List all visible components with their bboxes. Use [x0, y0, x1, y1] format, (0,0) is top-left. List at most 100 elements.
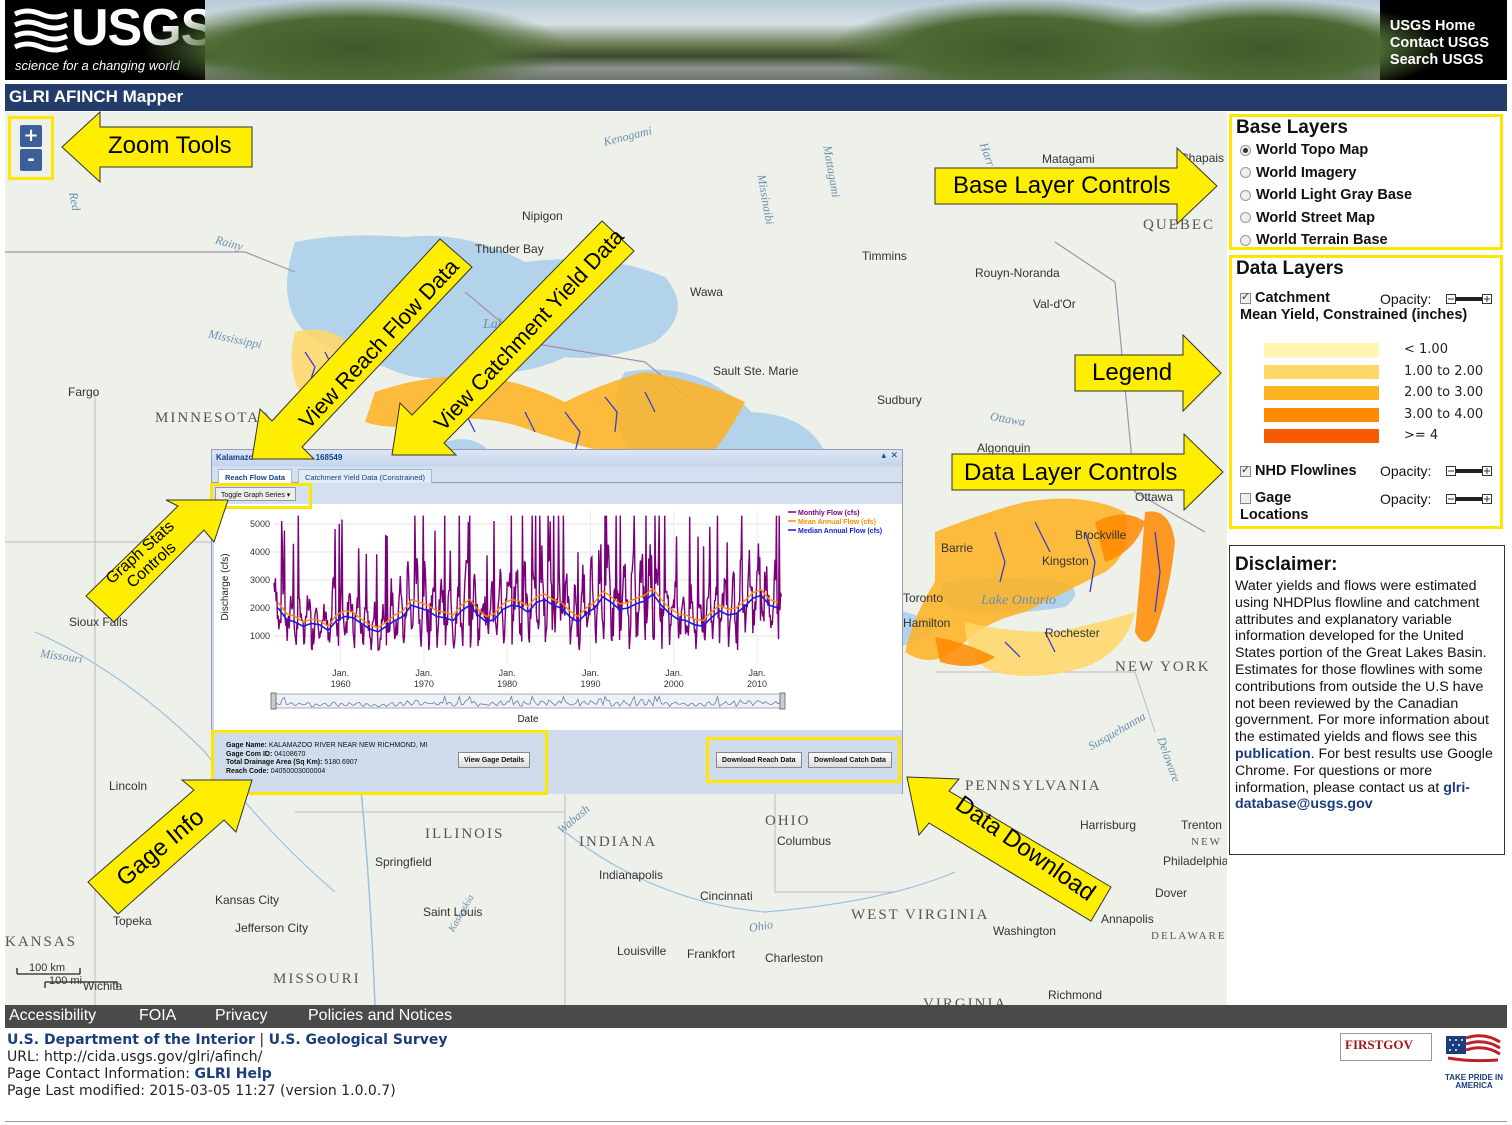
- disclaimer-body: Water yields and flows were estimated us…: [1235, 578, 1489, 746]
- map-label: Wichita: [83, 979, 123, 993]
- state-label: VIRGINIA: [923, 996, 1008, 1005]
- radio-icon[interactable]: [1240, 234, 1251, 246]
- map-label: Rochester: [1045, 626, 1100, 640]
- collapse-icon[interactable]: ▴: [881, 451, 886, 461]
- map-label: Cincinnati: [700, 889, 753, 903]
- policies-link[interactable]: Policies and Notices: [308, 1007, 452, 1025]
- doi-link[interactable]: U.S. Department of the Interior: [7, 1032, 255, 1048]
- gage-opacity-slider[interactable]: [1446, 494, 1492, 504]
- base-layer-street-map[interactable]: World Street Map: [1232, 207, 1500, 230]
- checkbox-icon[interactable]: [1240, 492, 1251, 504]
- base-layer-world-topo[interactable]: World Topo Map: [1232, 139, 1500, 162]
- gage-info-highlight: [211, 730, 548, 795]
- x-tick-label: Jan.: [415, 668, 432, 678]
- legend-swatch: [1264, 364, 1379, 379]
- state-label: MINNESOTA: [155, 410, 261, 426]
- graph-toolbar: Toggle Graph Series ▾: [212, 484, 902, 504]
- publication-link[interactable]: publication: [1235, 746, 1311, 762]
- radio-icon[interactable]: [1240, 144, 1251, 156]
- state-label: ILLINOIS: [425, 826, 505, 842]
- foia-link[interactable]: FOIA: [139, 1007, 176, 1025]
- firstgov-logo[interactable]: FIRSTGOV: [1340, 1033, 1432, 1061]
- footer-rule: [5, 1121, 1507, 1122]
- legend-swatch: [1264, 343, 1379, 357]
- x-tick-label: 1990: [580, 679, 600, 689]
- legend-swatch: [1264, 407, 1379, 422]
- x-tick-label: 1970: [414, 679, 434, 689]
- map-label: Washington: [993, 924, 1056, 938]
- disclaimer-box: Disclaimer: Water yields and flows were …: [1229, 545, 1505, 855]
- privacy-link[interactable]: Privacy: [215, 1007, 267, 1025]
- tab-catchment-yield-data[interactable]: Catchment Yield Data (Constrained): [298, 469, 433, 483]
- base-layer-world-imagery[interactable]: World Imagery: [1232, 162, 1500, 185]
- catchment-opacity-slider[interactable]: [1446, 294, 1492, 304]
- nhd-flowlines-toggle[interactable]: NHD Flowlines: [1240, 463, 1357, 479]
- data-layers-title: Data Layers: [1236, 258, 1344, 279]
- y-tick-label: 5000: [250, 519, 270, 529]
- window-title-left: Kalamazo: [216, 453, 254, 462]
- footer-contact-label: Page Contact Information:: [7, 1066, 191, 1082]
- data-download-highlight: [706, 737, 901, 783]
- legend-entry: Monthly Flow (cfs): [798, 510, 859, 517]
- radio-icon[interactable]: [1240, 189, 1251, 201]
- map-label: Louisville: [617, 944, 667, 958]
- usgs-home-link[interactable]: USGS Home: [1390, 18, 1489, 35]
- legend-entry: Median Annual Flow (cfs): [798, 528, 882, 535]
- state-label: MISSOURI: [273, 971, 361, 987]
- map-label: Hamilton: [903, 616, 951, 630]
- base-layer-light-gray[interactable]: World Light Gray Base: [1232, 184, 1500, 207]
- close-icon[interactable]: ✕: [890, 451, 898, 461]
- accessibility-link[interactable]: Accessibility: [9, 1007, 96, 1025]
- radio-icon[interactable]: [1240, 212, 1251, 224]
- disclaimer-title: Disclaimer:: [1235, 554, 1338, 575]
- search-usgs-link[interactable]: Search USGS: [1390, 52, 1489, 69]
- water-label: Lake Ontario: [981, 593, 1057, 608]
- checkbox-icon[interactable]: [1240, 463, 1251, 477]
- radio-icon[interactable]: [1240, 167, 1251, 179]
- map-label: Timmins: [862, 249, 907, 263]
- state-label: DELAWARE: [1151, 930, 1227, 942]
- legend-label: >= 4: [1404, 428, 1439, 443]
- checkbox-icon[interactable]: [1240, 290, 1251, 304]
- glri-help-link[interactable]: GLRI Help: [194, 1066, 271, 1082]
- base-layer-terrain[interactable]: World Terrain Base: [1232, 229, 1500, 252]
- catchment-toggle[interactable]: Catchment: [1240, 290, 1330, 306]
- range-navigator: [273, 693, 783, 709]
- footer-bar: Accessibility FOIA Privacy Policies and …: [5, 1005, 1507, 1028]
- take-pride-text: TAKE PRIDE IN AMERICA: [1444, 1073, 1504, 1090]
- base-layer-label: World Topo Map: [1256, 142, 1369, 159]
- header-links: USGS Home Contact USGS Search USGS: [1390, 18, 1489, 69]
- map-label: Sudbury: [877, 393, 922, 407]
- zoom-in-button[interactable]: +: [20, 125, 42, 147]
- state-label: KANSAS: [5, 934, 78, 950]
- map-label: Toronto: [903, 591, 944, 605]
- tab-reach-flow-data[interactable]: Reach Flow Data: [218, 469, 293, 483]
- base-layer-label: World Street Map: [1256, 209, 1375, 226]
- base-layers-panel: Base Layers World Topo Map World Imagery…: [1229, 114, 1503, 250]
- flow-chart-svg: 10002000300040005000Jan.1960Jan.1970Jan.…: [220, 510, 882, 725]
- catchment-opacity-label: Opacity:: [1380, 291, 1432, 307]
- gage-locations-toggle[interactable]: Gage Locations: [1240, 490, 1360, 524]
- legend-entry: Mean Annual Flow (cfs): [798, 519, 876, 526]
- flow-chart[interactable]: 1000 2000 3000 4000 5000 Jan. 1960 Jan. 1970 Jan.…: [214, 504, 902, 730]
- x-axis-title: Date: [517, 714, 539, 725]
- base-layer-label: World Light Gray Base: [1256, 187, 1413, 204]
- legend-label: 2.00 to 3.00: [1404, 385, 1484, 400]
- zoom-out-button[interactable]: -: [20, 149, 42, 171]
- legend-label: 1.00 to 2.00: [1404, 363, 1484, 379]
- callout-base-text: Base Layer Controls: [953, 172, 1171, 199]
- footer-sep: |: [259, 1032, 265, 1048]
- map-label: Barrie: [941, 541, 974, 555]
- map-label: Val-d'Or: [1033, 297, 1076, 311]
- app-title: GLRI AFINCH Mapper: [5, 84, 1507, 111]
- navigator-handle-right: [779, 692, 786, 710]
- base-layer-label: World Imagery: [1256, 164, 1357, 181]
- usgs-link[interactable]: U.S. Geological Survey: [269, 1032, 448, 1048]
- contact-usgs-link[interactable]: Contact USGS: [1390, 35, 1489, 52]
- state-label: INDIANA: [579, 834, 658, 850]
- map-label: Fargo: [68, 385, 100, 399]
- x-tick-label: Jan.: [582, 668, 599, 678]
- nhd-opacity-slider[interactable]: [1446, 466, 1492, 476]
- map-label: Springfield: [375, 855, 432, 869]
- x-tick-label: 1980: [497, 679, 517, 689]
